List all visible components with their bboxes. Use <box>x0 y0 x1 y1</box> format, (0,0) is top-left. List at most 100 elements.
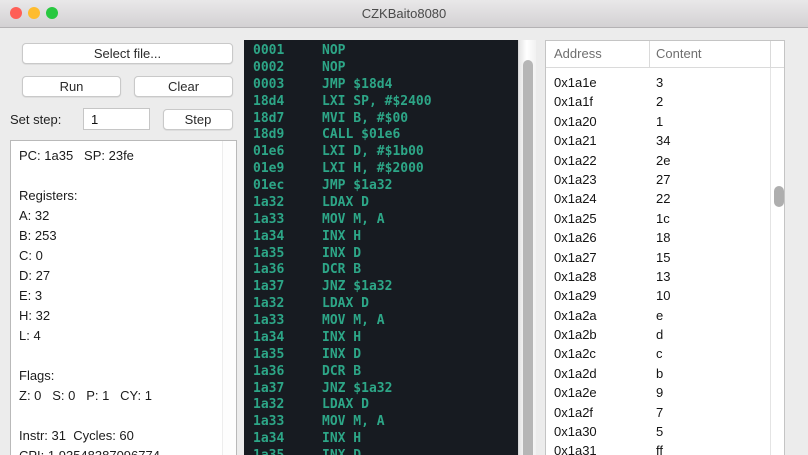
memory-address-cell: 0x1a20 <box>546 112 656 131</box>
memory-row[interactable]: 0x1a251c <box>546 209 769 228</box>
clear-button[interactable]: Clear <box>134 76 233 97</box>
cpu-state-line: H: 32 <box>19 306 223 326</box>
cpu-state-line: PC: 1a35 SP: 23fe <box>19 146 223 166</box>
memory-row[interactable]: 0x1a201 <box>546 112 769 131</box>
memory-row[interactable]: 0x1a1e3 <box>546 73 769 92</box>
memory-address-cell: 0x1a2f <box>546 403 656 422</box>
memory-row[interactable]: 0x1a2327 <box>546 170 769 189</box>
step-button[interactable]: Step <box>163 109 233 130</box>
memory-row[interactable]: 0x1a222e <box>546 151 769 170</box>
cpu-state-line <box>19 406 223 426</box>
disasm-row: 18d4LXI SP, #$2400 <box>244 94 518 111</box>
disasm-row: 1a37JNZ $1a32 <box>244 381 518 398</box>
disasm-address: 1a33 <box>253 313 322 330</box>
title-bar: CZKBaito8080 <box>0 0 808 28</box>
memory-row[interactable]: 0x1a2813 <box>546 267 769 286</box>
disasm-instruction: LXI SP, #$2400 <box>322 94 432 111</box>
disasm-address: 1a34 <box>253 330 322 347</box>
disasm-row: 18d9CALL $01e6 <box>244 127 518 144</box>
memory-address-cell: 0x1a28 <box>546 267 656 286</box>
disasm-instruction: LDAX D <box>322 397 369 414</box>
memory-content-cell: 1c <box>656 209 670 228</box>
memory-content-cell: e <box>656 306 663 325</box>
memory-content-cell: 2 <box>656 92 663 111</box>
disasm-address: 01ec <box>253 178 322 195</box>
cpu-state-line: C: 0 <box>19 246 223 266</box>
disasm-row: 1a33MOV M, A <box>244 212 518 229</box>
memory-row[interactable]: 0x1a2db <box>546 364 769 383</box>
memory-row[interactable]: 0x1a2f7 <box>546 403 769 422</box>
memory-row[interactable]: 0x1a2bd <box>546 325 769 344</box>
memory-row[interactable]: 0x1a2422 <box>546 189 769 208</box>
cpu-state-line: Flags: <box>19 366 223 386</box>
disasm-address: 18d9 <box>253 127 322 144</box>
memory-header-address[interactable]: Address <box>554 41 602 67</box>
memory-content-cell: 22 <box>656 189 670 208</box>
disasm-instruction: INX H <box>322 330 361 347</box>
disassembly-scrollbar-thumb[interactable] <box>523 60 533 455</box>
disasm-row: 1a32LDAX D <box>244 296 518 313</box>
select-file-button[interactable]: Select file... <box>22 43 233 64</box>
memory-address-cell: 0x1a24 <box>546 189 656 208</box>
disasm-row: 1a35INX D <box>244 347 518 364</box>
disasm-row: 1a34INX H <box>244 431 518 448</box>
memory-address-cell: 0x1a26 <box>546 228 656 247</box>
memory-row[interactable]: 0x1a305 <box>546 422 769 441</box>
disasm-instruction: MOV M, A <box>322 414 385 431</box>
memory-content-cell: 3 <box>656 73 663 92</box>
memory-address-cell: 0x1a21 <box>546 131 656 150</box>
disasm-address: 1a36 <box>253 262 322 279</box>
cpu-state-scrollbar[interactable] <box>222 141 236 455</box>
disasm-instruction: MOV M, A <box>322 313 385 330</box>
memory-content-cell: 10 <box>656 286 670 305</box>
memory-table-divider <box>770 41 771 455</box>
disasm-address: 1a35 <box>253 347 322 364</box>
cpu-state-line: Registers: <box>19 186 223 206</box>
memory-content-cell: ff <box>656 441 663 455</box>
disasm-instruction: LXI D, #$1b00 <box>322 144 424 161</box>
memory-row[interactable]: 0x1a2910 <box>546 286 769 305</box>
disasm-instruction: LDAX D <box>322 195 369 212</box>
memory-row[interactable]: 0x1a2715 <box>546 248 769 267</box>
disasm-address: 18d4 <box>253 94 322 111</box>
memory-table-panel: Address Content 0x1a1e30x1a1f20x1a2010x1… <box>545 40 785 455</box>
run-button[interactable]: Run <box>22 76 121 97</box>
header-divider <box>770 41 771 67</box>
set-step-label: Set step: <box>10 112 61 127</box>
memory-row[interactable]: 0x1a31ff <box>546 441 769 455</box>
cpu-state-panel: PC: 1a35 SP: 23fe Registers:A: 32B: 253C… <box>10 140 237 455</box>
disasm-address: 1a34 <box>253 229 322 246</box>
disasm-instruction: INX H <box>322 431 361 448</box>
disasm-instruction: INX D <box>322 246 361 263</box>
memory-content-cell: c <box>656 344 663 363</box>
memory-row[interactable]: 0x1a2e9 <box>546 383 769 402</box>
disasm-address: 0001 <box>253 43 322 60</box>
memory-scrollbar-thumb[interactable] <box>774 186 784 207</box>
disasm-instruction: JMP $18d4 <box>322 77 392 94</box>
disasm-row: 01e9LXI H, #$2000 <box>244 161 518 178</box>
memory-header-content[interactable]: Content <box>656 41 702 67</box>
disasm-instruction: INX D <box>322 448 361 455</box>
disasm-address: 1a32 <box>253 397 322 414</box>
cpu-state-line <box>19 166 223 186</box>
memory-row[interactable]: 0x1a1f2 <box>546 92 769 111</box>
disasm-row: 0002NOP <box>244 60 518 77</box>
memory-content-cell: 2e <box>656 151 670 170</box>
disasm-instruction: DCR B <box>322 262 361 279</box>
disasm-row: 01e6LXI D, #$1b00 <box>244 144 518 161</box>
memory-row[interactable]: 0x1a2134 <box>546 131 769 150</box>
memory-content-cell: b <box>656 364 663 383</box>
memory-content-cell: d <box>656 325 663 344</box>
disasm-row: 1a34INX H <box>244 229 518 246</box>
disassembly-view: 0001NOP0002NOP0003JMP $18d418d4LXI SP, #… <box>244 40 518 455</box>
disasm-instruction: CALL $01e6 <box>322 127 400 144</box>
memory-address-cell: 0x1a25 <box>546 209 656 228</box>
disasm-row: 0003JMP $18d4 <box>244 77 518 94</box>
disasm-instruction: LDAX D <box>322 296 369 313</box>
step-count-input[interactable] <box>83 108 150 130</box>
disasm-instruction: JMP $1a32 <box>322 178 392 195</box>
memory-row[interactable]: 0x1a2ae <box>546 306 769 325</box>
disassembly-scrollbar-track[interactable] <box>518 40 536 455</box>
memory-row[interactable]: 0x1a2618 <box>546 228 769 247</box>
memory-row[interactable]: 0x1a2cc <box>546 344 769 363</box>
